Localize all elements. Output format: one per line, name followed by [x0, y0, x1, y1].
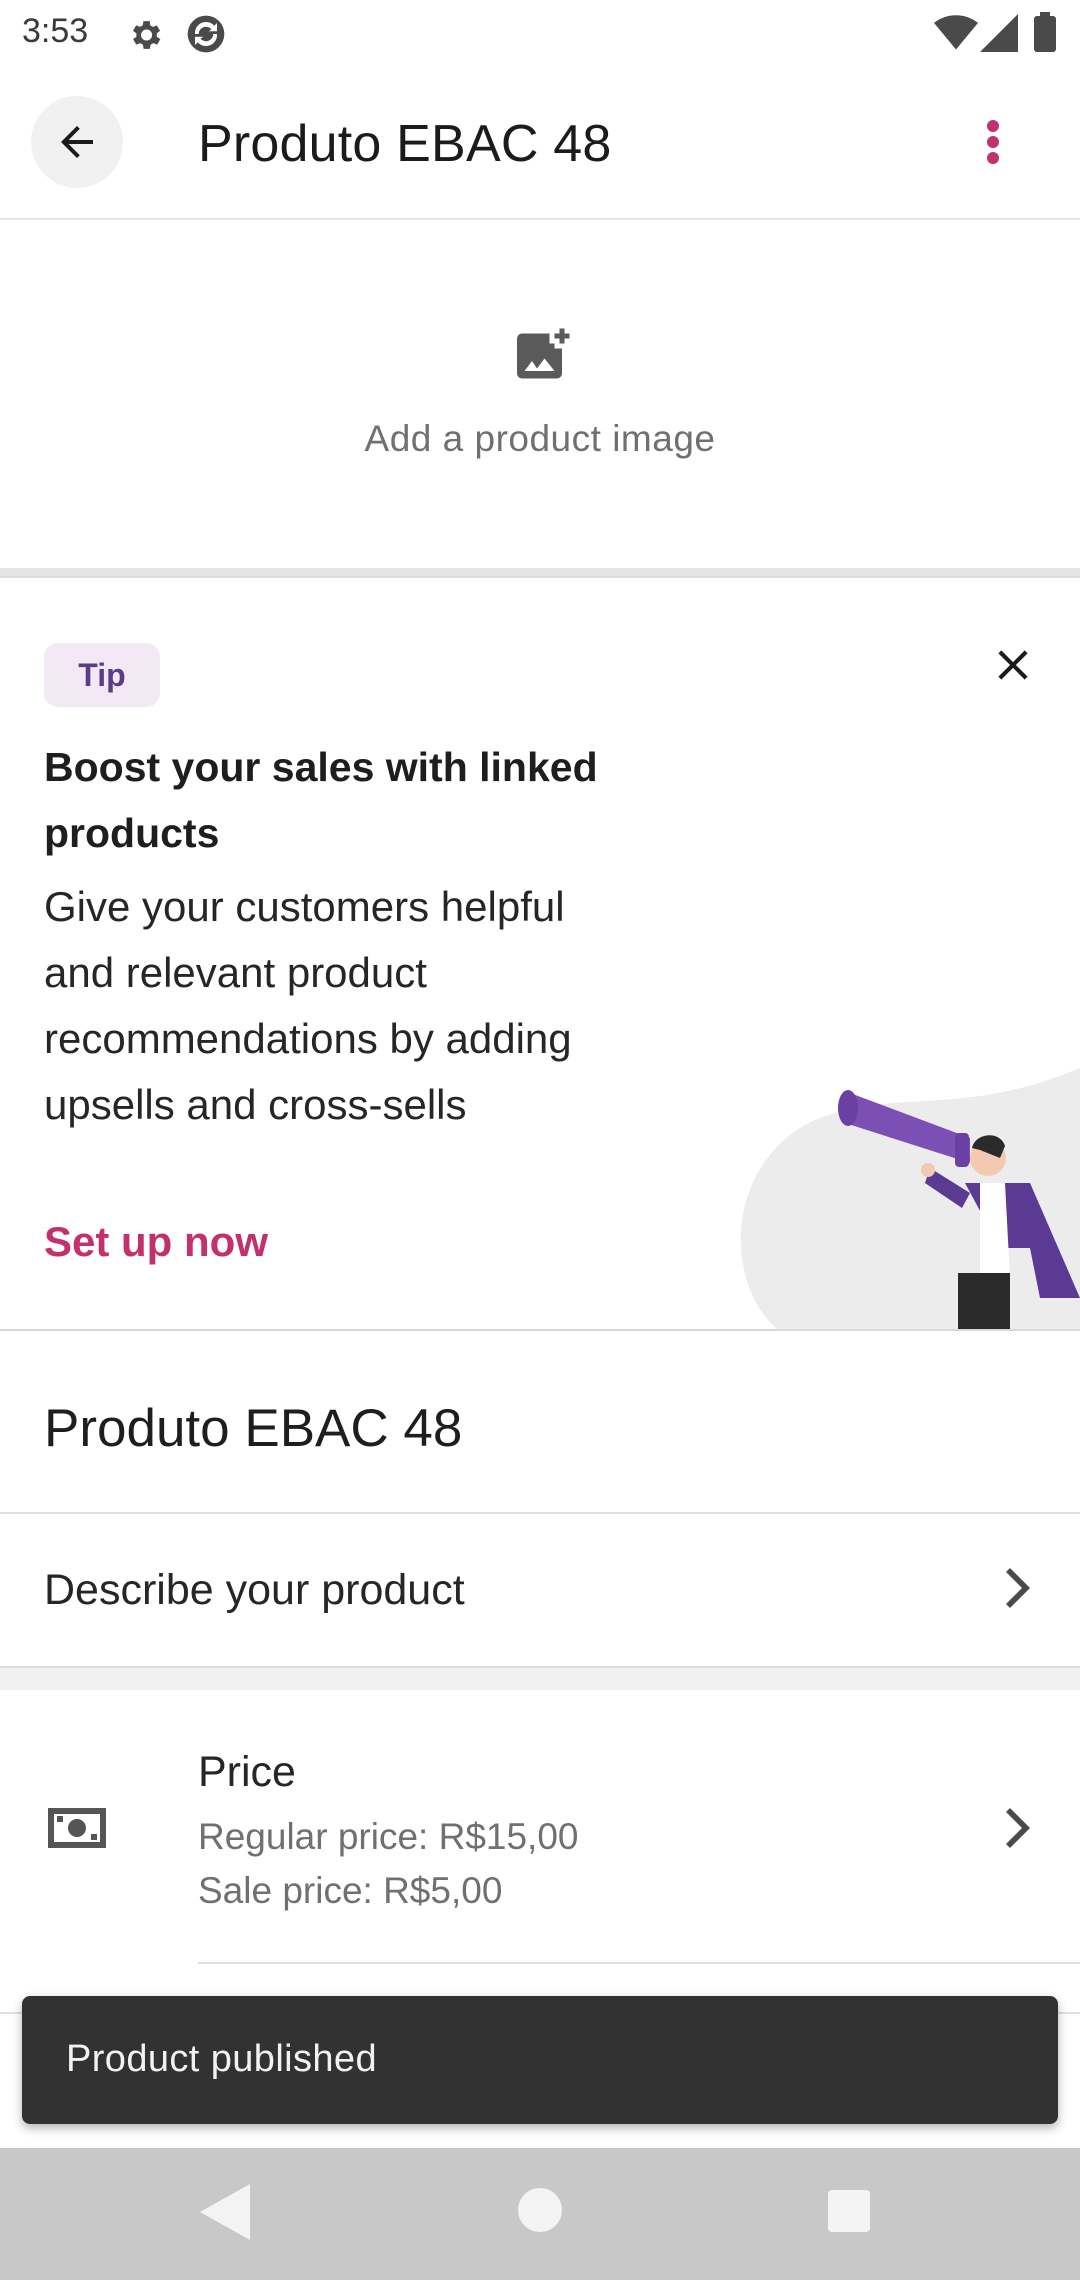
- section-divider: [0, 1666, 1080, 1690]
- money-icon: [48, 1808, 106, 1853]
- snackbar: Product published: [22, 1996, 1058, 2124]
- back-button[interactable]: [31, 96, 123, 188]
- megaphone-person-illustration: [700, 998, 1080, 1329]
- chevron-right-icon: [998, 1566, 1034, 1615]
- regular-price: Regular price: R$15,00: [198, 1816, 579, 1857]
- back-triangle-icon[interactable]: [200, 2184, 250, 2245]
- tip-title: Boost your sales with linked products: [44, 744, 598, 856]
- tip-card: Tip Boost your sales with linked product…: [0, 576, 1080, 1331]
- recents-square-icon[interactable]: [828, 2190, 870, 2237]
- sale-price: Sale price: R$5,00: [198, 1870, 503, 1911]
- chevron-right-icon: [998, 1806, 1034, 1855]
- describe-product-row[interactable]: Describe your product: [0, 1514, 1080, 1666]
- describe-product-label: Describe your product: [44, 1566, 465, 1614]
- close-tip-button[interactable]: [988, 640, 1038, 690]
- more-options-button[interactable]: [963, 106, 1023, 178]
- system-nav-bar: [0, 2148, 1080, 2280]
- add-image-label: Add a product image: [364, 418, 716, 459]
- sync-icon: [184, 12, 228, 61]
- status-bar: 3:53: [0, 0, 1080, 66]
- more-vert-icon: [987, 120, 999, 132]
- close-icon: [998, 650, 1028, 680]
- tip-body: Give your customers helpful and relevant…: [44, 883, 572, 1128]
- home-circle-icon[interactable]: [518, 2188, 562, 2237]
- set-up-now-button[interactable]: Set up now: [44, 1218, 268, 1266]
- signal-icon: [980, 14, 1018, 57]
- page-title: Produto EBAC 48: [198, 115, 612, 173]
- app-bar: Produto EBAC 48: [0, 66, 1080, 220]
- snackbar-message: Product published: [66, 2038, 378, 2080]
- add-product-image-area[interactable]: Add a product image: [0, 222, 1080, 568]
- tip-badge: Tip: [44, 643, 160, 707]
- gear-icon: [126, 16, 164, 59]
- add-photo-icon: [512, 326, 572, 391]
- divider: [198, 1962, 1080, 1964]
- arrow-back-icon: [61, 126, 93, 158]
- price-row[interactable]: Price Regular price: R$15,00 Sale price:…: [0, 1690, 1080, 1962]
- product-name[interactable]: Produto EBAC 48: [44, 1398, 462, 1459]
- price-title: Price: [198, 1748, 296, 1796]
- battery-icon: [1034, 12, 1056, 57]
- section-divider: [0, 568, 1080, 576]
- wifi-icon: [934, 14, 978, 57]
- status-time: 3:53: [22, 12, 89, 50]
